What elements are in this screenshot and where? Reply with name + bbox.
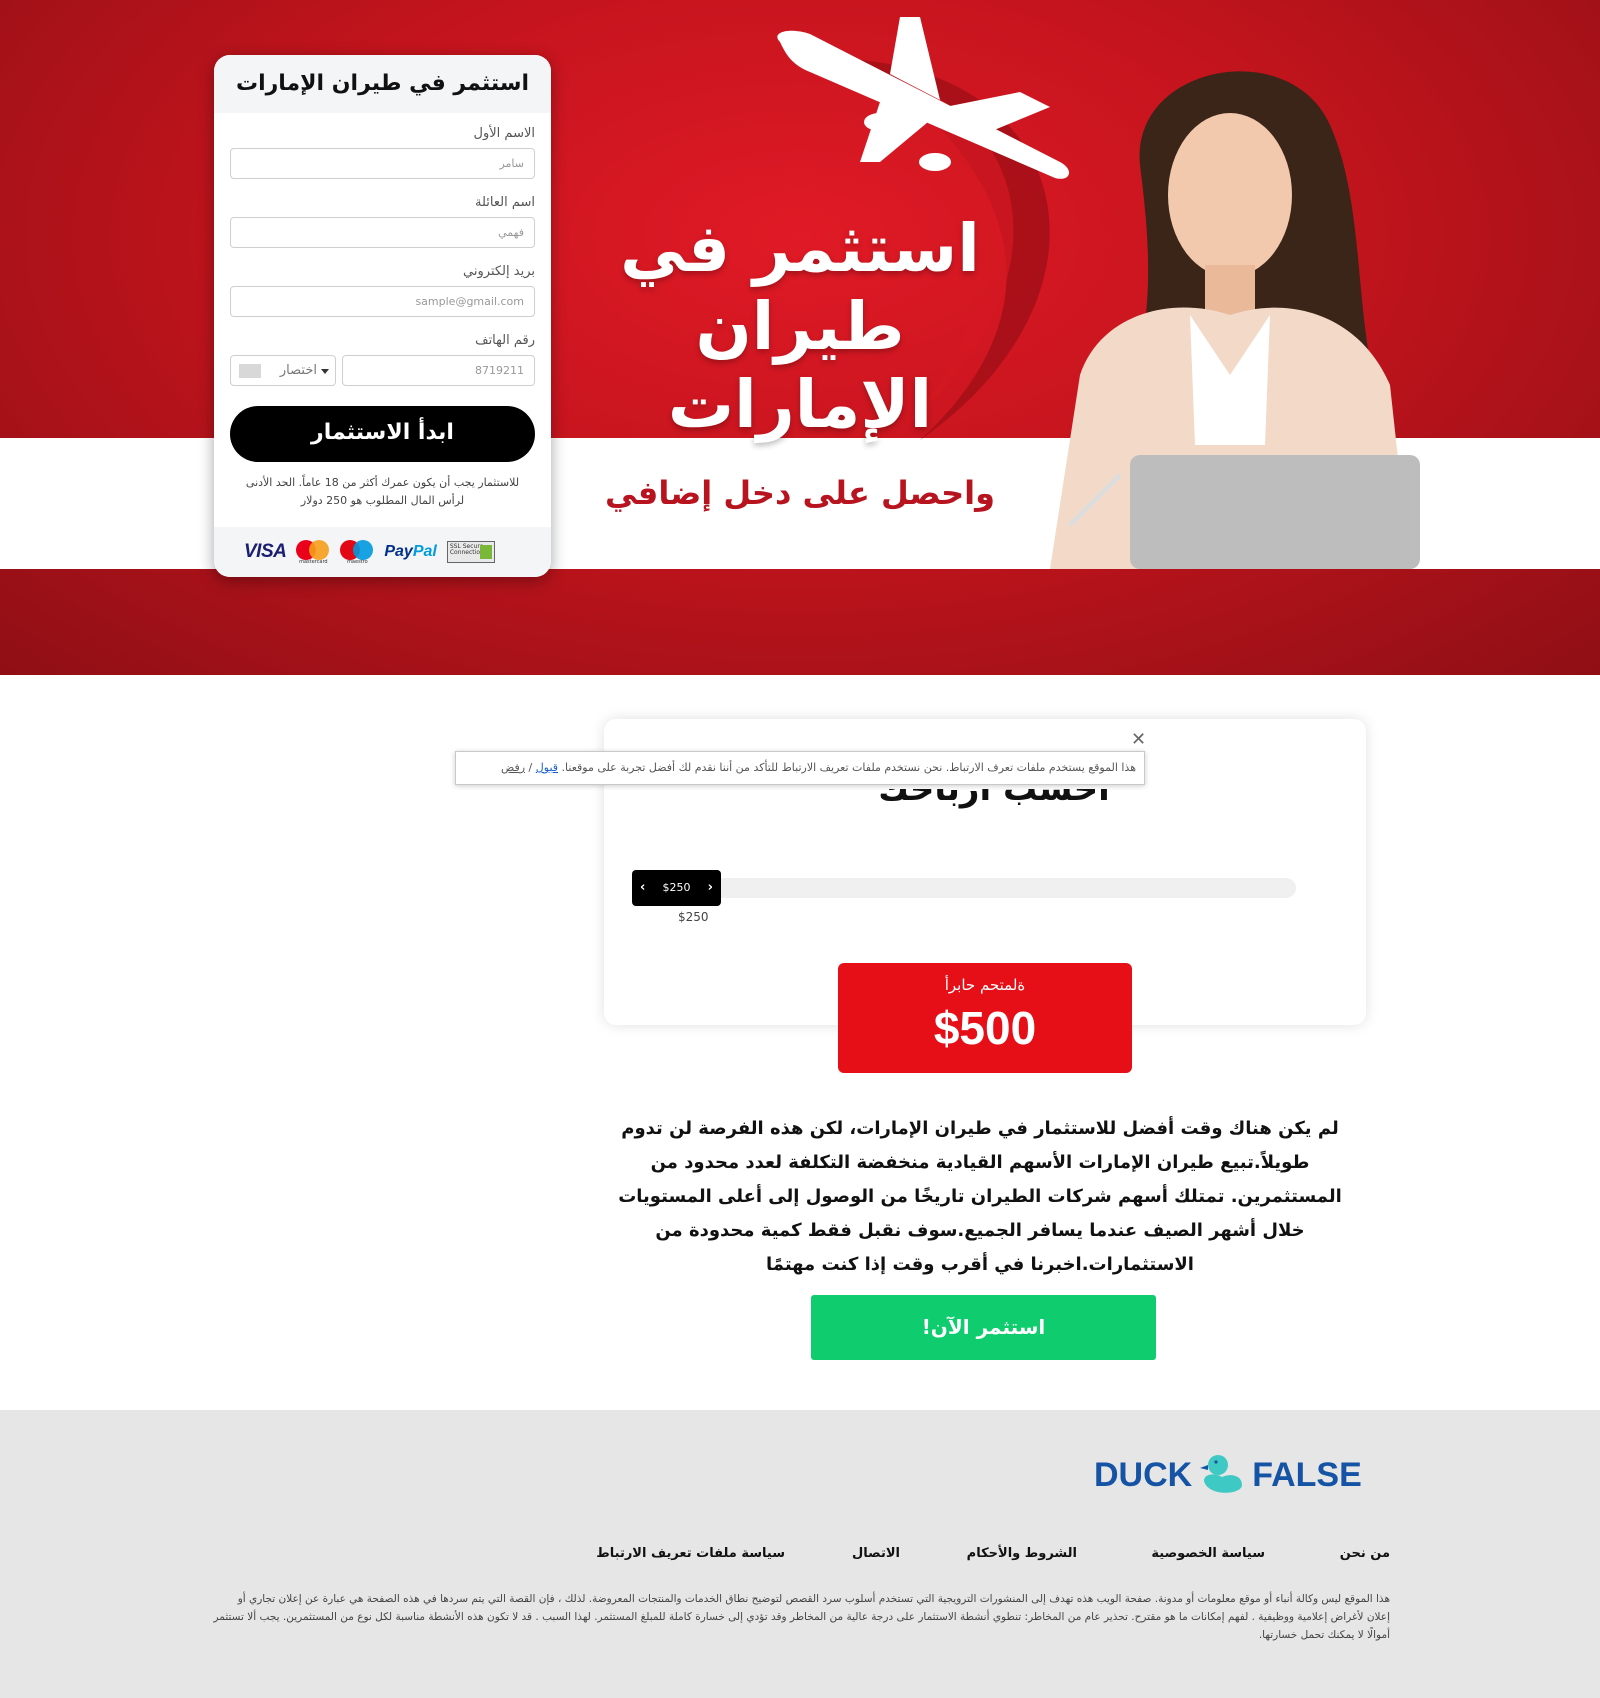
caret-down-icon (321, 369, 329, 374)
logo-text-left: DUCK (1094, 1455, 1193, 1494)
mastercard-logo: mastercard (296, 540, 330, 565)
profit-result-box: ةلمتحم حابرأ $500 (838, 963, 1132, 1073)
hero-title: استثمر في طيران الإمارات (620, 210, 980, 443)
country-code-label: اختصار (279, 363, 317, 378)
lock-icon (479, 545, 492, 559)
cookie-banner: هذا الموقع يستخدم ملفات تعرف الارتباط. ن… (455, 751, 1145, 785)
investment-slider-handle[interactable]: ‹ $250 › (632, 870, 721, 906)
footer-nav: من نحن سياسة الخصوصية الشروط والأحكام ال… (596, 1546, 1390, 1566)
signup-form-card: استثمر في طيران الإمارات الاسم الأول سام… (214, 55, 551, 577)
businesswoman-image (1050, 71, 1420, 569)
footer: DUCK FALSE من نحن سياسة الخصوصية الشروط … (0, 1410, 1600, 1698)
slider-caption: $250 (678, 910, 709, 924)
hero-subtitle: واحصل على دخل إضافي (604, 474, 995, 512)
start-investing-button[interactable]: ابدأ الاستثمار (230, 406, 535, 462)
invest-now-button[interactable]: استثمر الآن! (811, 1295, 1156, 1360)
paypal-logo: PayPal (384, 543, 437, 560)
flag-icon (239, 364, 261, 378)
profit-value: $500 (933, 1002, 1037, 1054)
close-icon[interactable]: ✕ (1131, 729, 1146, 750)
investment-slider-track[interactable] (636, 878, 1296, 898)
email-input[interactable]: sample@gmail.com (230, 286, 535, 317)
first-name-input[interactable]: سامر (230, 148, 535, 179)
footer-link-privacy[interactable]: سياسة الخصوصية (1151, 1546, 1265, 1561)
logo-text-right: FALSE (1252, 1455, 1362, 1494)
cookie-separator: / (525, 761, 536, 774)
duckfalse-logo[interactable]: DUCK FALSE (1094, 1450, 1362, 1500)
profit-label: ةلمتحم حابرأ (944, 976, 1026, 994)
footer-link-contact[interactable]: الاتصال (852, 1546, 900, 1561)
phone-label: رقم الهاتف (475, 333, 535, 348)
ssl-badge: SSL Secure Connection (446, 541, 495, 563)
form-age-note: للاستثمار يجب أن يكون عمرك أكثر من 18 عا… (245, 476, 520, 507)
cookie-text: هذا الموقع يستخدم ملفات تعرف الارتباط. ن… (561, 761, 1136, 774)
maestro-logo: maestro (340, 540, 374, 565)
last-name-input[interactable]: فهمي (230, 217, 535, 248)
promo-paragraph: لم يكن هناك وقت أفضل للاستثمار في طيران … (618, 1118, 1342, 1275)
form-title: استثمر في طيران الإمارات (214, 55, 551, 113)
payment-methods-bar: VISA mastercard maestro PayPal SSL Secur… (214, 527, 551, 577)
duck-icon (1200, 1455, 1243, 1493)
footer-link-about[interactable]: من نحن (1340, 1546, 1390, 1561)
cookie-reject-link[interactable]: رفض (501, 761, 525, 774)
first-name-label: الاسم الأول (473, 126, 535, 141)
footer-link-terms[interactable]: الشروط والأحكام (967, 1546, 1077, 1561)
footer-disclaimer: هذا الموقع ليس وكالة أنباء أو موقع معلوم… (213, 1593, 1390, 1641)
country-code-select[interactable]: اختصار (230, 355, 336, 386)
visa-logo: VISA (244, 541, 287, 562)
cookie-accept-link[interactable]: قبول (536, 761, 558, 774)
email-label: بريد إلكتروني (463, 264, 535, 279)
phone-input[interactable]: 8719211 (342, 355, 535, 386)
chevron-right-icon: › (707, 880, 713, 895)
last-name-label: اسم العائلة (475, 195, 535, 210)
footer-link-cookies[interactable]: سياسة ملفات تعريف الارتباط (596, 1546, 785, 1561)
